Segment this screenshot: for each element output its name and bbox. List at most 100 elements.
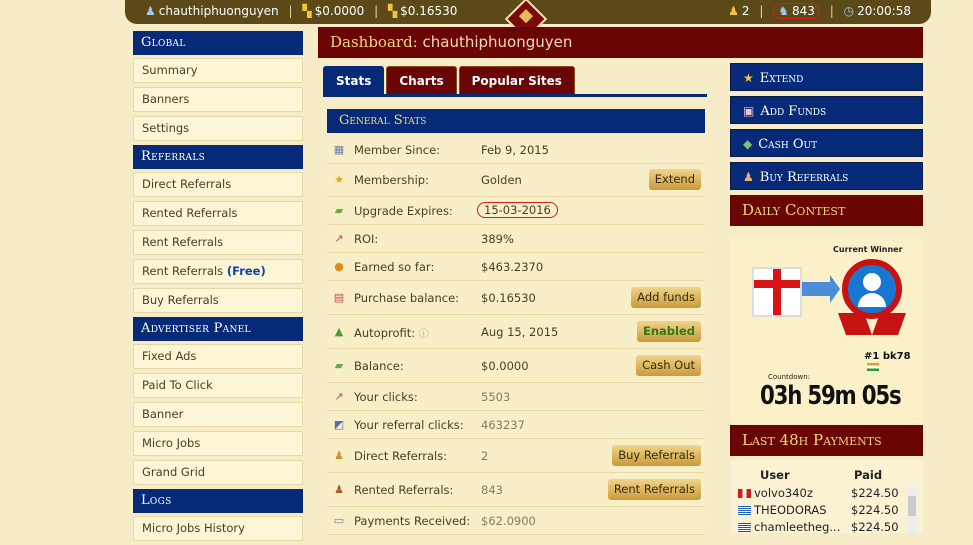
general-stats-table: ▦ Member Since: Feb 9, 2015 ★ Membership…	[327, 136, 705, 535]
stat-row-your-clicks: ↗ Your clicks: 5503	[327, 383, 705, 411]
tab-charts[interactable]: Charts	[386, 66, 457, 96]
right-panel: ★ Extend ▣ Add Funds ◆ Cash Out ♟ Buy Referr…	[730, 63, 923, 226]
growth-icon: ▲	[334, 325, 344, 338]
topbar-time: 20:00:58	[857, 4, 911, 18]
greece-flag-icon	[738, 506, 751, 515]
stat-value: 463237	[481, 418, 525, 432]
payment-amount: $224.50	[851, 503, 899, 517]
payment-user-wrap: volvo340z	[738, 486, 813, 500]
extend-label: Extend	[759, 71, 804, 86]
money-icon: ▚	[387, 4, 398, 18]
stat-label: Earned so far:	[354, 260, 435, 274]
stat-row-direct-referrals: ♟ Direct Referrals: 2 Buy Referrals	[327, 439, 705, 473]
cash-out-panel-button[interactable]: ◆ Cash Out	[730, 129, 923, 157]
sidebar-item-micro-jobs[interactable]: Micro Jobs	[133, 431, 303, 456]
payments-heading: Last 48h Payments	[730, 425, 923, 456]
stat-label: Balance:	[354, 359, 404, 373]
stat-row-earned: ● Earned so far: $463.2370	[327, 253, 705, 281]
stat-value: 2	[481, 449, 489, 463]
money-icon: ▚	[302, 4, 312, 18]
stat-value-annotated: 15-03-2016	[477, 202, 558, 218]
payments-header-paid: Paid	[854, 468, 883, 482]
sidebar-item-banner[interactable]: Banner	[133, 402, 303, 427]
tab-stats[interactable]: Stats	[323, 66, 385, 96]
tab-popular-sites[interactable]: Popular Sites	[458, 66, 575, 96]
buy-referrals-panel-button[interactable]: ♟ Buy Referrals	[730, 162, 923, 190]
sidebar-item-micro-jobs-history[interactable]: Micro Jobs History	[133, 516, 303, 541]
stat-label: Purchase balance:	[354, 291, 460, 305]
stat-label: Your clicks:	[354, 390, 418, 404]
add-funds-label: Add Funds	[760, 104, 827, 119]
countdown-timer: 03h 59m 05s	[760, 381, 902, 411]
star-icon: ★	[334, 173, 344, 186]
payment-row: volvo340z $224.50	[738, 486, 908, 502]
sidebar-item-fixed-ads[interactable]: Fixed Ads	[133, 344, 303, 369]
stat-value: $0.16530	[481, 291, 536, 305]
sidebar-item-rented-referrals[interactable]: Rented Referrals	[133, 201, 303, 226]
daily-contest-panel: Current Winner #1 bk78 Countdown: 03h 59…	[730, 237, 923, 423]
rent-referrals-button[interactable]: Rent Referrals	[607, 479, 701, 500]
sidebar-item-settings[interactable]: Settings	[133, 116, 303, 141]
star-icon: ★	[743, 71, 754, 85]
stat-value: $62.0900	[481, 514, 536, 528]
stat-label: Upgrade Expires:	[354, 204, 453, 218]
sidebar-item-banners[interactable]: Banners	[133, 87, 303, 112]
sidebar-item-grand-grid[interactable]: Grand Grid	[133, 460, 303, 485]
cash-out-label: Cash Out	[758, 137, 818, 152]
extend-panel-button[interactable]: ★ Extend	[730, 63, 923, 91]
tab-underline	[323, 94, 707, 97]
topbar-username[interactable]: chauthiphuonguyen	[159, 4, 279, 18]
payments-scrollbar[interactable]	[907, 486, 917, 533]
peru-flag-icon	[738, 489, 751, 498]
stat-row-member-since: ▦ Member Since: Feb 9, 2015	[327, 136, 705, 164]
stat-row-upgrade-expires: ▰ Upgrade Expires: 15-03-2016	[327, 197, 705, 225]
rented-referrals-icon: ♞	[778, 4, 789, 18]
winner-name-wrap: #1 bk78	[864, 351, 923, 373]
buy-referrals-label: Buy Referrals	[759, 170, 849, 185]
sidebar-item-direct-referrals[interactable]: Direct Referrals	[133, 172, 303, 197]
topbar-rented-count-wrap[interactable]: ♞ 843	[773, 3, 820, 19]
page-title-label: Dashboard:	[330, 33, 418, 51]
cash-out-button[interactable]: Cash Out	[636, 355, 701, 376]
payment-row: THEODORAS $224.50	[738, 503, 908, 519]
gift-icon	[752, 267, 802, 317]
autoprofit-enabled-button[interactable]: Enabled	[636, 321, 701, 342]
stat-label: Payments Received:	[354, 514, 471, 528]
stat-value: $463.2370	[481, 260, 544, 274]
info-icon[interactable]: ⓘ	[419, 329, 429, 340]
sidebar-item-buy-referrals[interactable]: Buy Referrals	[133, 288, 303, 313]
payments-heading-wrap: Last 48h Payments	[730, 425, 923, 456]
add-funds-panel-button[interactable]: ▣ Add Funds	[730, 96, 923, 124]
sidebar-item-rent-referrals-free[interactable]: Rent Referrals (Free)	[133, 259, 303, 284]
add-funds-button[interactable]: Add funds	[631, 287, 701, 308]
buy-referrals-button[interactable]: Buy Referrals	[612, 445, 701, 466]
payment-user: THEODORAS	[754, 503, 827, 517]
topbar-direct-count[interactable]: 2	[742, 4, 750, 18]
trend-icon: ↗	[334, 390, 344, 403]
extend-button[interactable]: Extend	[648, 169, 701, 190]
sidebar-item-summary[interactable]: Summary	[133, 58, 303, 83]
sidebar-item-rent-referrals[interactable]: Rent Referrals	[133, 230, 303, 255]
stat-row-balance: ▰ Balance: $0.0000 Cash Out	[327, 349, 705, 383]
stat-row-payments-received: ▭ Payments Received: $62.0900	[327, 507, 705, 535]
cart-icon: ▤	[333, 291, 345, 304]
stat-row-autoprofit: ▲ Autoprofit: ⓘ Aug 15, 2015 Enabled	[327, 315, 705, 349]
stat-row-referral-clicks: ◩ Your referral clicks: 463237	[327, 411, 705, 439]
stat-value: 843	[481, 483, 503, 497]
stat-value: Feb 9, 2015	[481, 143, 549, 157]
usa-flag-icon	[738, 523, 751, 532]
current-winner-label: Current Winner	[833, 245, 903, 254]
stat-label: Rented Referrals:	[354, 483, 454, 497]
stat-label-wrap: Autoprofit: ⓘ	[354, 325, 429, 340]
stat-value: 5503	[481, 390, 511, 404]
stat-value: $0.0000	[481, 359, 529, 373]
payment-user: volvo340z	[754, 486, 813, 500]
payments-header-user: User	[760, 468, 790, 482]
free-tag: (Free)	[226, 264, 266, 278]
wallet-icon: ▣	[743, 104, 755, 118]
stat-label: ROI:	[354, 232, 379, 246]
daily-contest-heading: Daily Contest	[730, 195, 923, 226]
india-flag-icon	[867, 363, 879, 371]
sidebar-item-paid-to-click[interactable]: Paid To Click	[133, 373, 303, 398]
payment-amount: $224.50	[851, 486, 899, 500]
